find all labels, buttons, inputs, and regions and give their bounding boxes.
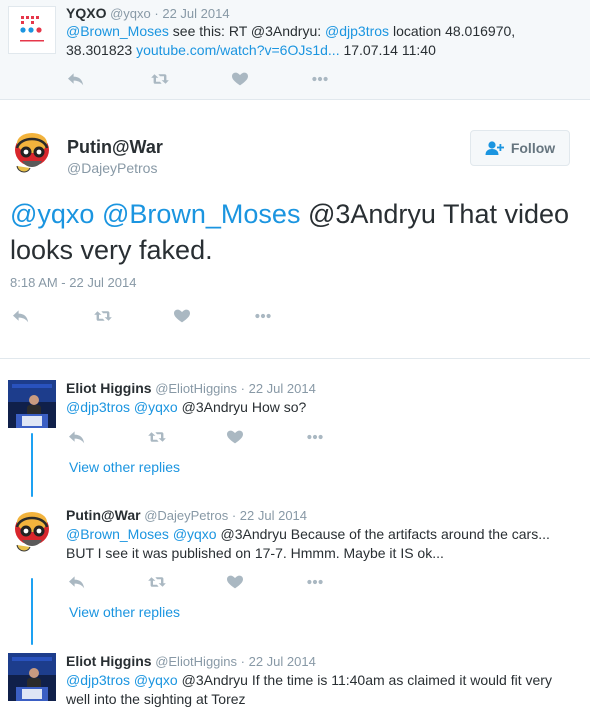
mention-link[interactable]: @Brown_Moses (102, 199, 300, 229)
yqxo-avatar[interactable] (8, 6, 56, 54)
reply-header: Eliot Higgins @EliotHiggins · 22 Jul 201… (66, 380, 316, 396)
like-button[interactable] (171, 307, 193, 325)
tweet-text: @Brown_Moses @yqxo @3Andryu Because of t… (66, 525, 586, 563)
heart-icon (230, 71, 250, 87)
retweet-icon (146, 429, 168, 445)
follow-label: Follow (510, 140, 556, 156)
mention-link[interactable]: @yqxo (134, 672, 178, 688)
follow-button[interactable]: Follow (470, 130, 570, 166)
mention-link[interactable]: @yqxo (134, 399, 178, 415)
retweet-icon (146, 574, 168, 590)
text-span: @3Andryu If the time is 11:40am as claim… (177, 672, 552, 688)
like-button[interactable] (229, 70, 251, 88)
author-handle[interactable]: @DajeyPetros (144, 508, 228, 523)
like-button[interactable] (224, 428, 246, 446)
text-span: see this: RT @3Andryu: (168, 23, 326, 39)
heart-icon (225, 429, 245, 445)
eliot-avatar[interactable] (8, 380, 56, 428)
tweet-text: @yqxo @Brown_Moses @3Andryu That video l… (10, 196, 580, 268)
author-handle[interactable]: @EliotHiggins (155, 654, 237, 669)
more-icon (252, 308, 274, 324)
separator-dot: · (240, 654, 249, 669)
heart-icon (172, 308, 192, 324)
text-span: @3Andryu How so? (177, 399, 307, 415)
retweet-button[interactable] (146, 573, 168, 591)
tweet-actions (65, 70, 331, 88)
tweet-date[interactable]: 22 Jul 2014 (249, 654, 316, 669)
more-button[interactable] (304, 428, 326, 446)
text-span: BUT I see it was published on 17-7. Hmmm… (66, 545, 444, 561)
reply-button[interactable] (10, 307, 32, 325)
tweet-date[interactable]: 22 Jul 2014 (249, 381, 316, 396)
more-button[interactable] (304, 573, 326, 591)
separator-dot: · (240, 381, 249, 396)
separator-dot: · (231, 508, 240, 523)
add-user-icon (485, 141, 504, 155)
more-icon (304, 574, 326, 590)
mention-link[interactable]: @yqxo (173, 526, 217, 542)
tweet-actions (66, 573, 326, 591)
text-span: well into the sighting at Torez (66, 691, 246, 707)
thread-connector (31, 578, 33, 645)
eliot-avatar[interactable] (8, 653, 56, 701)
context-tweet[interactable]: YQXO @yqxo · 22 Jul 2014 @Brown_Moses se… (0, 0, 590, 100)
author-handle[interactable]: @EliotHiggins (155, 381, 237, 396)
url-link[interactable]: youtube.com/watch?v=6OJs1d... (136, 42, 340, 58)
reply-icon (67, 574, 87, 590)
heart-icon (225, 574, 245, 590)
reply-icon (11, 308, 31, 324)
tweet-timestamp[interactable]: 8:18 AM - 22 Jul 2014 (10, 275, 136, 290)
tweet-text: @djp3tros @yqxo @3Andryu If the time is … (66, 671, 586, 709)
more-icon (309, 71, 331, 87)
reply-icon (66, 71, 86, 87)
tweet-text: @djp3tros @yqxo @3Andryu How so? (66, 398, 586, 417)
mention-link[interactable]: @Brown_Moses (66, 23, 169, 39)
more-button[interactable] (309, 70, 331, 88)
mention-link[interactable]: @Brown_Moses (66, 526, 169, 542)
yqxo-logo-icon (9, 7, 55, 53)
mention-link[interactable]: @djp3tros (66, 399, 130, 415)
thread-connector (31, 433, 33, 497)
mention-link[interactable]: @djp3tros (66, 672, 130, 688)
retweet-button[interactable] (92, 307, 114, 325)
mention-link[interactable]: @djp3tros (325, 23, 389, 39)
mention-link[interactable]: @yqxo (10, 199, 94, 229)
reply-button[interactable] (65, 70, 87, 88)
reply-icon (67, 429, 87, 445)
author-handle[interactable]: @DajeyPetros (67, 160, 157, 176)
author-name[interactable]: Putin@War (66, 507, 141, 523)
divider (0, 358, 590, 359)
reply-header: Putin@War @DajeyPetros · 22 Jul 2014 (66, 507, 307, 523)
tweet-actions (66, 428, 326, 446)
more-button[interactable] (252, 307, 274, 325)
text-span: @3Andryu Because of the artifacts around… (216, 526, 550, 542)
author-handle[interactable]: @yqxo (110, 6, 151, 21)
tweet-actions (10, 307, 274, 325)
author-name[interactable]: YQXO (66, 5, 106, 21)
author-name[interactable]: Eliot Higgins (66, 380, 152, 396)
retweet-icon (149, 71, 171, 87)
view-other-replies-link[interactable]: View other replies (69, 604, 180, 620)
retweet-button[interactable] (149, 70, 171, 88)
reply-header: Eliot Higgins @EliotHiggins · 22 Jul 201… (66, 653, 316, 669)
tweet-date[interactable]: 22 Jul 2014 (240, 508, 307, 523)
reply-button[interactable] (66, 428, 88, 446)
reply-button[interactable] (66, 573, 88, 591)
retweet-button[interactable] (146, 428, 168, 446)
retweet-icon (92, 308, 114, 324)
view-other-replies-link[interactable]: View other replies (69, 459, 180, 475)
context-tweet-header: YQXO @yqxo · 22 Jul 2014 (66, 5, 230, 21)
like-button[interactable] (224, 573, 246, 591)
tweet-date[interactable]: 22 Jul 2014 (162, 6, 229, 21)
more-icon (304, 429, 326, 445)
author-name[interactable]: Eliot Higgins (66, 653, 152, 669)
putin-avatar[interactable] (8, 128, 56, 176)
text-span: 17.07.14 11:40 (339, 42, 436, 58)
putin-avatar[interactable] (8, 507, 56, 555)
author-name[interactable]: Putin@War (67, 137, 163, 158)
tweet-text: @Brown_Moses see this: RT @3Andryu: @djp… (66, 22, 581, 60)
